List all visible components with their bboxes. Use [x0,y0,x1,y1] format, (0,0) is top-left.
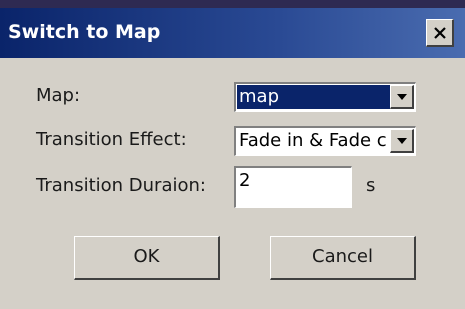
dialog-title: Switch to Map [8,21,161,43]
dialog-body: Map: map Transition Effect: Fade in & Fa… [0,58,465,309]
duration-unit-label: s [366,175,376,196]
close-icon [434,27,446,39]
ok-button[interactable]: OK [74,236,220,280]
chevron-down-icon [397,94,407,100]
transition-duration-label: Transition Duraion: [36,175,206,196]
transition-effect-label: Transition Effect: [36,129,187,150]
chevron-down-icon [397,138,407,144]
map-label: Map: [36,85,81,106]
map-dropdown-value: map [237,85,391,109]
map-dropdown-button[interactable] [390,85,414,109]
transition-effect-dropdown[interactable]: Fade in & Fade c [234,126,416,156]
switch-to-map-dialog: Switch to Map Map: map Transition Effect… [0,0,465,309]
transition-duration-input[interactable]: 2 [234,166,352,208]
close-button[interactable] [426,19,454,47]
title-bar[interactable]: Switch to Map [0,8,465,58]
transition-duration-value: 2 [239,170,251,191]
map-dropdown[interactable]: map [234,82,416,112]
cancel-button[interactable]: Cancel [270,236,416,280]
transition-effect-dropdown-button[interactable] [390,129,414,153]
transition-effect-value: Fade in & Fade c [239,130,387,151]
